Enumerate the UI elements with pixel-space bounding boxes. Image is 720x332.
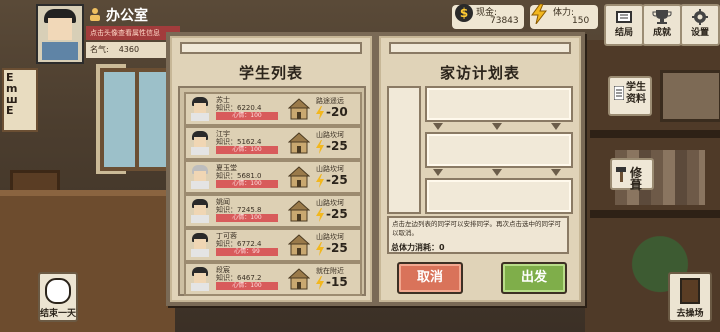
plan-slot-3[interactable]: [425, 178, 573, 214]
student-portrait: [190, 131, 210, 155]
picture-frame: [660, 70, 720, 122]
ending-label: 结局: [614, 28, 633, 38]
student-list[interactable]: 苏士 知识：6220.4 心情：100 路途遥远 -20 江宇 知识：5162.…: [178, 86, 366, 296]
total-energy-value: 0: [439, 243, 445, 252]
house-icon: [288, 200, 310, 222]
lightning-icon: [316, 208, 324, 222]
hammer-icon: [616, 167, 626, 182]
panel-top-bar: [180, 42, 362, 54]
cash-value: 73843: [490, 16, 519, 26]
student-energy-cost: -20: [326, 105, 348, 119]
student-mood: 心情：100: [216, 112, 278, 120]
ending-button[interactable]: 结局: [604, 4, 644, 46]
panel-top-bar: [389, 42, 571, 54]
plan-note-text: 点击左边列表的同学可以安排同学。再次点击选中的同学可以取消。: [392, 220, 561, 237]
game-scene: E m ш E 办公室 点击头像查看属性信息 名气: 4360 $ 现金: 738…: [0, 0, 720, 332]
lightning-icon: [316, 140, 324, 154]
coin-icon: $: [455, 4, 473, 22]
student-mood: 心情：99: [216, 248, 278, 256]
trophy-icon: [652, 10, 672, 24]
end-day-label: 结束一天: [39, 309, 76, 319]
house-icon: [288, 98, 310, 120]
student-energy-cost: -25: [326, 207, 348, 221]
down-arrow-icon: [492, 169, 502, 176]
plan-slot-2[interactable]: [425, 132, 573, 168]
student-portrait: [190, 199, 210, 223]
location-title: 办公室: [106, 8, 148, 24]
down-arrow-icon: [433, 169, 443, 176]
house-icon: [288, 132, 310, 154]
student-row[interactable]: 夏玉堂 知识：5681.0 心情：100 山路坎坷 -25: [184, 160, 362, 194]
down-arrow-icon: [551, 169, 561, 176]
desk: [0, 190, 175, 332]
student-energy-cost: -25: [326, 139, 348, 153]
visit-plan-title: 家访计划表: [439, 64, 520, 82]
down-arrow-icon: [492, 123, 502, 130]
student-portrait: [190, 165, 210, 189]
house-icon: [288, 166, 310, 188]
lightning-icon: [316, 174, 324, 188]
student-portrait: [190, 97, 210, 121]
achievement-button[interactable]: 成就: [642, 4, 682, 46]
total-energy-label: 总体力消耗：: [391, 243, 439, 252]
student-row[interactable]: 段宸 知识：6467.2 心情：100 就在附近 -15: [184, 262, 362, 296]
student-row[interactable]: 江宇 知识：5162.4 心情：100 山路坎坷 -25: [184, 126, 362, 160]
student-row[interactable]: 姚闻 知识：7245.8 心情：100 山路坎坷 -25: [184, 194, 362, 228]
repair-label: 修葺: [630, 166, 643, 192]
student-energy-cost: -25: [326, 173, 348, 187]
energy-label: 体力:: [553, 8, 575, 18]
fame-value: 4360: [118, 45, 140, 54]
student-list-panel: 学生列表 苏士 知识：6220.4 心情：100 路途遥远 -20 江宇 知识：…: [166, 32, 376, 306]
player-avatar[interactable]: [36, 4, 84, 64]
student-energy-cost: -25: [326, 241, 348, 255]
visit-plan-panel: 家访计划表 点击左边列表的同学可以安排同学。再次点击选中的同学可以取消。 总体力…: [375, 32, 585, 306]
plan-side-column: [387, 86, 421, 214]
achievement-label: 成就: [652, 28, 671, 38]
gear-icon: [692, 9, 708, 25]
student-list-title: 学生列表: [238, 64, 303, 82]
ending-icon: [616, 11, 632, 23]
student-portrait: [190, 267, 210, 291]
shelf-board: [590, 210, 720, 218]
student-profile-label: 学生资料: [626, 82, 646, 105]
lightning-icon: [316, 276, 324, 290]
eye-chart-text: E m ш E: [6, 71, 18, 117]
down-arrow-icon: [551, 123, 561, 130]
repair-button[interactable]: 修葺: [610, 158, 654, 192]
student-row[interactable]: 苏士 知识：6220.4 心情：100 路途遥远 -20: [184, 92, 362, 126]
lightning-icon: [316, 106, 324, 120]
house-icon: [288, 234, 310, 256]
playground-label: 去操场: [676, 309, 704, 319]
student-mood: 心情：100: [216, 214, 278, 222]
end-day-button[interactable]: 结束一天: [38, 272, 78, 322]
person-icon: [90, 8, 100, 21]
playground-button[interactable]: 去操场: [668, 272, 712, 322]
energy-value: 150: [572, 16, 590, 26]
cancel-button[interactable]: 取消: [397, 262, 463, 294]
lightning-icon: [531, 4, 548, 24]
student-row[interactable]: 丁可蓉 知识：6772.4 心情：99 山路坎坷 -25: [184, 228, 362, 262]
student-mood: 心情：100: [216, 282, 278, 290]
student-mood: 心情：100: [216, 180, 278, 188]
clock-icon: [45, 278, 71, 304]
total-energy: 总体力消耗：0: [391, 242, 445, 253]
plan-slot-1[interactable]: [425, 86, 573, 122]
document-icon: [614, 86, 624, 100]
settings-button[interactable]: 设置: [680, 4, 720, 46]
student-energy-cost: -15: [326, 275, 348, 289]
house-icon: [288, 268, 310, 290]
fame-label: 名气:: [90, 45, 109, 54]
student-mood: 心情：100: [216, 146, 278, 154]
student-profile-button[interactable]: 学生资料: [608, 76, 652, 116]
avatar-face: [48, 18, 72, 40]
lightning-icon: [316, 242, 324, 256]
depart-button[interactable]: 出发: [501, 262, 567, 294]
settings-label: 设置: [690, 28, 709, 38]
door-icon: [680, 278, 700, 304]
down-arrow-icon: [433, 123, 443, 130]
student-portrait: [190, 233, 210, 257]
avatar-body: [42, 42, 78, 60]
shelf-board: [590, 130, 720, 138]
